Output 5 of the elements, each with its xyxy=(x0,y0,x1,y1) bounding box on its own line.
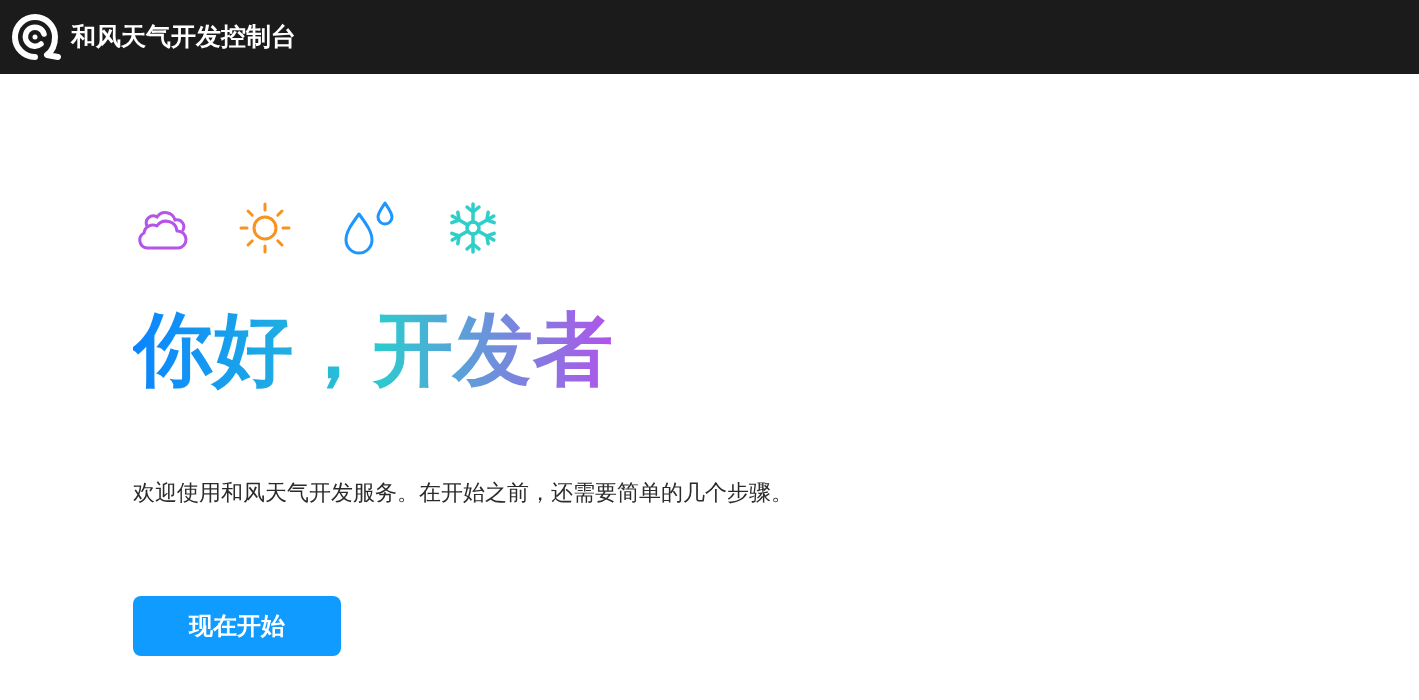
spiral-logo-icon xyxy=(11,12,61,62)
start-button[interactable]: 现在开始 xyxy=(133,596,341,656)
sun-icon xyxy=(237,200,293,256)
welcome-text: 欢迎使用和风天气开发服务。在开始之前，还需要简单的几个步骤。 xyxy=(133,479,793,507)
console-title: 和风天气开发控制台 xyxy=(71,22,296,52)
